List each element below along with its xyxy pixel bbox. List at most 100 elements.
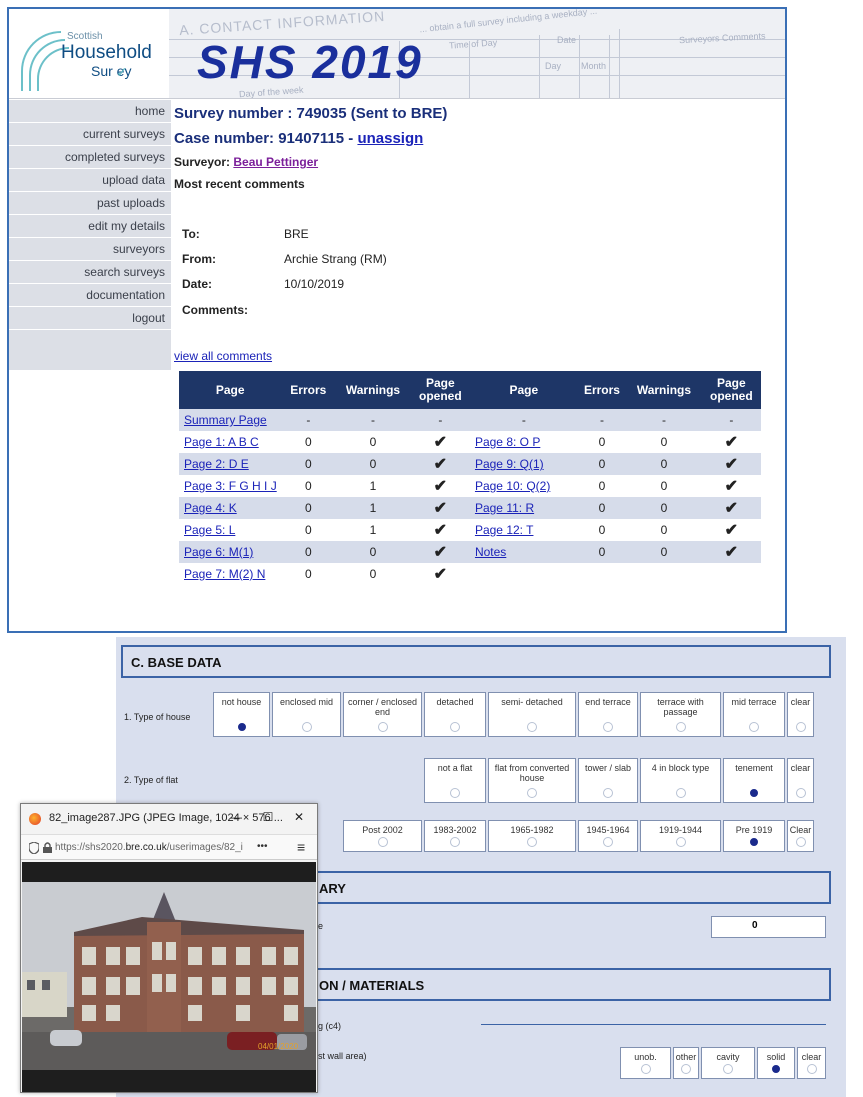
nav-surveyors[interactable]: surveyors <box>9 238 171 261</box>
page-link[interactable]: Notes <box>475 545 506 559</box>
radio-button[interactable] <box>772 1065 780 1073</box>
age-option[interactable]: 1965-1982 <box>488 820 576 852</box>
house-type-option[interactable]: enclosed mid <box>272 692 341 737</box>
nav-past-uploads[interactable]: past uploads <box>9 192 171 215</box>
table-cell: 0 <box>660 479 668 493</box>
page-link[interactable]: Page 3: F G H I J <box>184 479 277 493</box>
page-link[interactable]: Page 6: M(1) <box>184 545 253 559</box>
maximize-icon[interactable]: ☐ <box>258 810 278 824</box>
page-opened-cell: ✔ <box>701 453 761 475</box>
radio-button[interactable] <box>675 837 686 847</box>
column-header: Warnings <box>626 371 702 409</box>
radio-button[interactable] <box>237 723 246 731</box>
nav-search-surveys[interactable]: search surveys <box>9 261 171 284</box>
nav-edit-my-details[interactable]: edit my details <box>9 215 171 238</box>
section-d-value-field[interactable]: 0 <box>711 916 826 938</box>
age-option[interactable]: Clear <box>787 820 814 852</box>
table-row: Page 1: A B C 0 0 ✔ Page 8: O P 0 0 ✔ <box>179 431 761 453</box>
wall-type-option[interactable]: unob. <box>620 1047 671 1079</box>
close-icon[interactable]: ✕ <box>289 810 309 824</box>
page-link[interactable]: Page 10: Q(2) <box>475 479 550 493</box>
radio-button[interactable] <box>806 1064 817 1074</box>
radio-button[interactable] <box>675 722 686 732</box>
house-type-option[interactable]: clear <box>787 692 814 737</box>
nav-logout[interactable]: logout <box>9 307 171 330</box>
unassign-link[interactable]: unassign <box>357 130 423 147</box>
page-link[interactable]: Page 11: R <box>475 501 534 515</box>
flat-type-option[interactable]: not a flat <box>424 758 486 803</box>
photo-date-stamp: 04/01/2020 <box>258 1042 299 1051</box>
radio-button[interactable] <box>603 837 613 847</box>
radio-button[interactable] <box>795 837 806 847</box>
page-link[interactable]: Page 9: Q(1) <box>475 457 544 471</box>
radio-button[interactable] <box>723 1064 733 1074</box>
radio-button[interactable] <box>377 722 388 732</box>
radio-button[interactable] <box>675 788 686 798</box>
page-opened-cell: - <box>701 409 761 431</box>
age-option[interactable]: Post 2002 <box>343 820 422 852</box>
house-type-option[interactable]: end terrace <box>578 692 638 737</box>
radio-button[interactable] <box>750 789 758 797</box>
age-option[interactable]: Pre 1919 <box>723 820 785 852</box>
wall-type-option[interactable]: cavity <box>701 1047 755 1079</box>
flat-type-option-label: not a flat <box>437 763 473 773</box>
table-cell: 0 <box>335 541 411 563</box>
radio-button[interactable] <box>749 722 759 732</box>
radio-button[interactable] <box>681 1064 691 1074</box>
app-title: SHS 2019 <box>197 36 423 88</box>
page-link[interactable]: Page 1: A B C <box>184 435 259 449</box>
page-link[interactable]: Page 8: O P <box>475 435 540 449</box>
wall-type-option[interactable]: clear <box>797 1047 826 1079</box>
page-link[interactable]: Page 2: D E <box>184 457 249 471</box>
scottish-household-survey-logo[interactable]: Scottish Household Sur ey ✓ <box>9 9 169 98</box>
radio-button[interactable] <box>301 722 312 732</box>
radio-button[interactable] <box>640 1064 651 1074</box>
flat-type-option[interactable]: 4 in block type <box>640 758 721 803</box>
wall-type-option[interactable]: solid <box>757 1047 795 1079</box>
radio-button[interactable] <box>527 788 537 798</box>
flat-type-option[interactable]: tenement <box>723 758 785 803</box>
flat-type-option[interactable]: clear <box>787 758 814 803</box>
page-link[interactable]: Page 7: M(2) N <box>184 567 265 581</box>
radio-button[interactable] <box>377 837 388 847</box>
radio-button[interactable] <box>603 788 613 798</box>
nav-documentation[interactable]: documentation <box>9 284 171 307</box>
radio-button[interactable] <box>450 788 460 798</box>
more-icon[interactable]: ••• <box>257 841 268 852</box>
flat-type-option[interactable]: flat from converted house <box>488 758 576 803</box>
date-value: 10/10/2019 <box>284 277 345 291</box>
page-link[interactable]: Page 4: K <box>184 501 237 515</box>
house-type-option[interactable]: mid terrace <box>723 692 785 737</box>
radio-button[interactable] <box>527 837 537 847</box>
page-link[interactable]: Page 12: T <box>475 523 534 537</box>
radio-button[interactable] <box>450 722 460 732</box>
radio-button[interactable] <box>527 722 537 732</box>
nav-upload-data[interactable]: upload data <box>9 169 171 192</box>
surveyor-link[interactable]: Beau Pettinger <box>233 155 318 169</box>
house-type-option[interactable]: corner / enclosed end <box>343 692 422 737</box>
radio-button[interactable] <box>795 722 806 732</box>
minimize-icon[interactable]: — <box>226 810 246 824</box>
flat-type-option[interactable]: tower / slab <box>578 758 638 803</box>
nav-completed-surveys[interactable]: completed surveys <box>9 146 171 169</box>
radio-button[interactable] <box>603 722 613 732</box>
age-option[interactable]: 1919-1944 <box>640 820 721 852</box>
popup-url-bar[interactable]: https://shs2020.bre.co.uk/userimages/82_… <box>21 834 317 860</box>
house-type-option[interactable]: terrace with passage <box>640 692 721 737</box>
age-option[interactable]: 1983-2002 <box>424 820 486 852</box>
radio-button[interactable] <box>750 838 758 846</box>
house-type-option[interactable]: detached <box>424 692 486 737</box>
nav-current-surveys[interactable]: current surveys <box>9 123 171 146</box>
page-link[interactable]: Page 5: L <box>184 523 235 537</box>
wall-type-option[interactable]: other <box>673 1047 699 1079</box>
menu-icon[interactable]: ≡ <box>297 839 305 855</box>
view-all-comments-link[interactable]: view all comments <box>174 349 272 363</box>
page-link[interactable]: Summary Page <box>184 413 267 427</box>
nav-home[interactable]: home <box>9 100 171 123</box>
house-type-option[interactable]: not house <box>213 692 270 737</box>
house-type-option[interactable]: semi- detached <box>488 692 576 737</box>
radio-button[interactable] <box>795 788 806 798</box>
age-option[interactable]: 1945-1964 <box>578 820 638 852</box>
radio-button[interactable] <box>450 837 460 847</box>
house-type-option-label: clear <box>790 697 811 707</box>
